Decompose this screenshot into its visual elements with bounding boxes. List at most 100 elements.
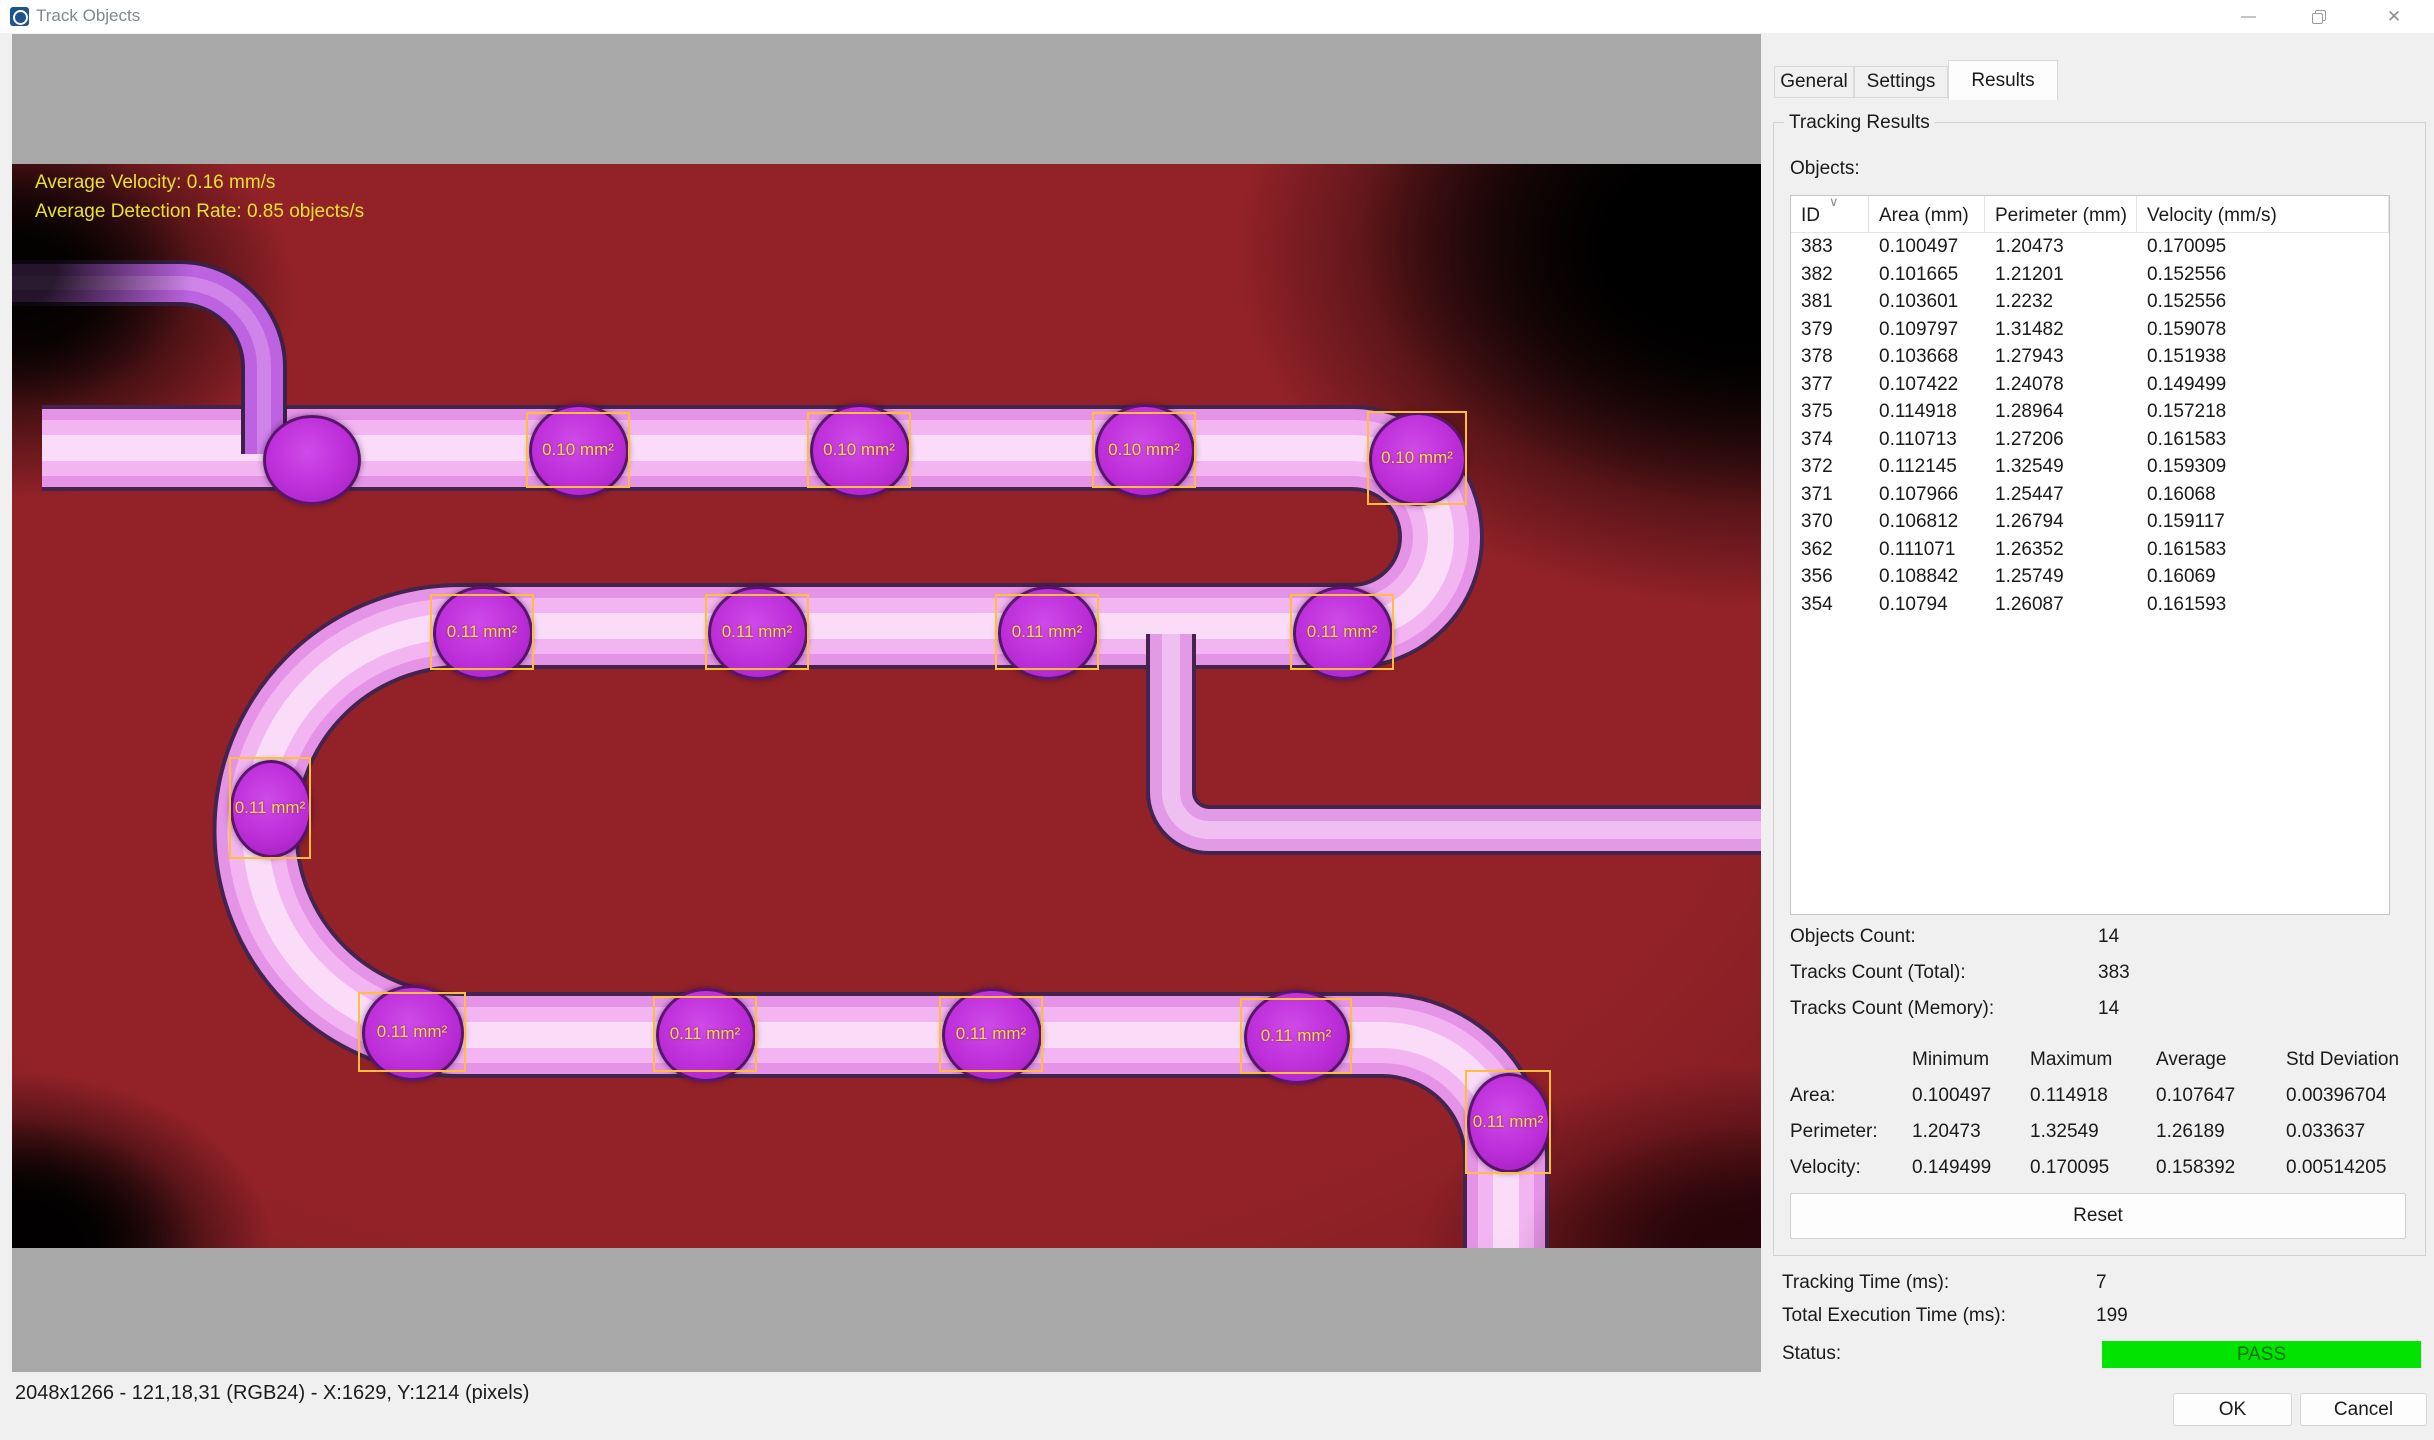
tracking-box[interactable]: 0.10 mm²: [526, 412, 630, 488]
tracking-box[interactable]: 0.11 mm²: [358, 992, 466, 1072]
table-header[interactable]: IDArea (mm)Perimeter (mm)Velocity (mm/s)…: [1791, 196, 2389, 233]
cell: 0.151938: [2137, 343, 2389, 371]
timing-value: 7: [2096, 1272, 2107, 1294]
cell: 0.161583: [2137, 426, 2389, 454]
tracking-box[interactable]: 0.11 mm²: [1290, 594, 1394, 670]
restore-icon: [2312, 11, 2324, 23]
stats-value: 0.149499: [1912, 1157, 1991, 1179]
area-label: 0.10 mm²: [542, 440, 614, 460]
table-row[interactable]: 3790.1097971.314820.159078: [1791, 316, 2389, 344]
cell: 0.106812: [1869, 508, 1985, 536]
area-label: 0.11 mm²: [670, 1024, 741, 1044]
objects-table[interactable]: IDArea (mm)Perimeter (mm)Velocity (mm/s)…: [1790, 195, 2390, 915]
cell: 377: [1791, 371, 1869, 399]
cell: 379: [1791, 316, 1869, 344]
status-label: Status:: [1782, 1343, 1841, 1365]
cell: 378: [1791, 343, 1869, 371]
table-row[interactable]: 3770.1074221.240780.149499: [1791, 371, 2389, 399]
area-label: 0.11 mm²: [1307, 622, 1378, 642]
table-row[interactable]: 3720.1121451.325490.159309: [1791, 453, 2389, 481]
cell: 0.108842: [1869, 563, 1985, 591]
count-label: Tracks Count (Memory):: [1790, 998, 1994, 1020]
table-row[interactable]: 3780.1036681.279430.151938: [1791, 343, 2389, 371]
cell: 0.170095: [2137, 233, 2389, 261]
table-row[interactable]: 3810.1036011.22320.152556: [1791, 288, 2389, 316]
groupbox-title: Tracking Results: [1784, 112, 1935, 134]
cell: 0.107966: [1869, 481, 1985, 509]
tracking-box[interactable]: 0.11 mm²: [653, 996, 757, 1072]
area-label: 0.10 mm²: [1108, 440, 1180, 460]
table-row[interactable]: 3750.1149181.289640.157218: [1791, 398, 2389, 426]
cell: 0.149499: [2137, 371, 2389, 399]
area-label: 0.11 mm²: [1261, 1026, 1332, 1046]
cell: 1.26794: [1985, 508, 2137, 536]
tab-general[interactable]: General: [1774, 66, 1854, 98]
camera-image: 0.10 mm² 0.10 mm² 0.10 mm² 0.10 mm² 0.11 mm²…: [12, 164, 1761, 1248]
tracking-box[interactable]: 0.10 mm²: [807, 412, 911, 488]
table-row[interactable]: 3560.1088421.257490.16069: [1791, 563, 2389, 591]
tracking-box[interactable]: 0.11 mm²: [430, 594, 534, 670]
cell: 383: [1791, 233, 1869, 261]
cell: 382: [1791, 261, 1869, 289]
column-header-2[interactable]: Perimeter (mm): [1985, 196, 2137, 232]
ok-button[interactable]: OK: [2173, 1393, 2292, 1426]
cell: 1.27943: [1985, 343, 2137, 371]
area-label: 0.11 mm²: [377, 1022, 448, 1042]
cell: 0.152556: [2137, 288, 2389, 316]
cell: 0.161593: [2137, 591, 2389, 619]
table-row[interactable]: 3830.1004971.204730.170095: [1791, 233, 2389, 261]
area-label: 0.10 mm²: [823, 440, 895, 460]
close-button[interactable]: ✕: [2362, 0, 2426, 33]
reset-button[interactable]: Reset: [1790, 1193, 2406, 1239]
tracking-box[interactable]: 0.11 mm²: [705, 594, 809, 670]
tab-results[interactable]: Results: [1948, 60, 2058, 100]
count-row: Tracks Count (Memory):14: [1790, 998, 2420, 1028]
avg-detection-rate-overlay: Average Detection Rate: 0.85 objects/s: [35, 201, 364, 223]
cell: 370: [1791, 508, 1869, 536]
table-row[interactable]: 3820.1016651.212010.152556: [1791, 261, 2389, 289]
tab-settings[interactable]: Settings: [1854, 66, 1948, 98]
stats-value: 0.033637: [2286, 1121, 2365, 1143]
table-row[interactable]: 3740.1107131.272060.161583: [1791, 426, 2389, 454]
cell: 1.32549: [1985, 453, 2137, 481]
tracking-box[interactable]: 0.11 mm²: [1240, 998, 1352, 1074]
stats-value: 0.00514205: [2286, 1157, 2386, 1179]
title-bar: Track Objects ✕: [0, 0, 2434, 33]
stats-value: 0.00396704: [2286, 1085, 2386, 1107]
area-label: 0.10 mm²: [1381, 448, 1453, 468]
cell: 0.112145: [1869, 453, 1985, 481]
stats-value: 0.100497: [1912, 1085, 1991, 1107]
stats-value: 1.26189: [2156, 1121, 2225, 1143]
cell: 362: [1791, 536, 1869, 564]
stats-value: 1.32549: [2030, 1121, 2099, 1143]
image-info-status: 2048x1266 - 121,18,31 (RGB24) - X:1629, …: [15, 1382, 529, 1405]
table-row[interactable]: 3540.107941.260870.161593: [1791, 591, 2389, 619]
cell: 1.31482: [1985, 316, 2137, 344]
cell: 1.26087: [1985, 591, 2137, 619]
column-header-3[interactable]: Velocity (mm/s): [2137, 196, 2389, 232]
cell: 0.100497: [1869, 233, 1985, 261]
restore-button[interactable]: [2286, 0, 2350, 33]
stats-value: 0.107647: [2156, 1085, 2235, 1107]
tracking-box[interactable]: 0.10 mm²: [1367, 411, 1467, 505]
area-label: 0.11 mm²: [1012, 622, 1083, 642]
tracking-box[interactable]: 0.11 mm²: [995, 594, 1099, 670]
tracking-box[interactable]: 0.11 mm²: [939, 996, 1043, 1072]
cell: 371: [1791, 481, 1869, 509]
table-row[interactable]: 3700.1068121.267940.159117: [1791, 508, 2389, 536]
tracking-box[interactable]: 0.11 mm²: [229, 757, 311, 859]
tracking-box[interactable]: 0.10 mm²: [1092, 412, 1196, 488]
stats-column-header: Maximum: [2030, 1049, 2112, 1071]
minimize-icon: [2241, 16, 2256, 18]
tracking-box[interactable]: 0.11 mm²: [1465, 1070, 1551, 1174]
cancel-button[interactable]: Cancel: [2300, 1393, 2427, 1426]
cell: 354: [1791, 591, 1869, 619]
table-row[interactable]: 3710.1079661.254470.16068: [1791, 481, 2389, 509]
table-row[interactable]: 3620.1110711.263520.161583: [1791, 536, 2389, 564]
minimize-button[interactable]: [2216, 0, 2280, 33]
column-header-1[interactable]: Area (mm): [1869, 196, 1985, 232]
cell: 0.111071: [1869, 536, 1985, 564]
cell: 0.107422: [1869, 371, 1985, 399]
image-display[interactable]: 0.10 mm² 0.10 mm² 0.10 mm² 0.10 mm² 0.11 mm²…: [12, 34, 1761, 1372]
stats-value: 0.114918: [2030, 1085, 2108, 1107]
